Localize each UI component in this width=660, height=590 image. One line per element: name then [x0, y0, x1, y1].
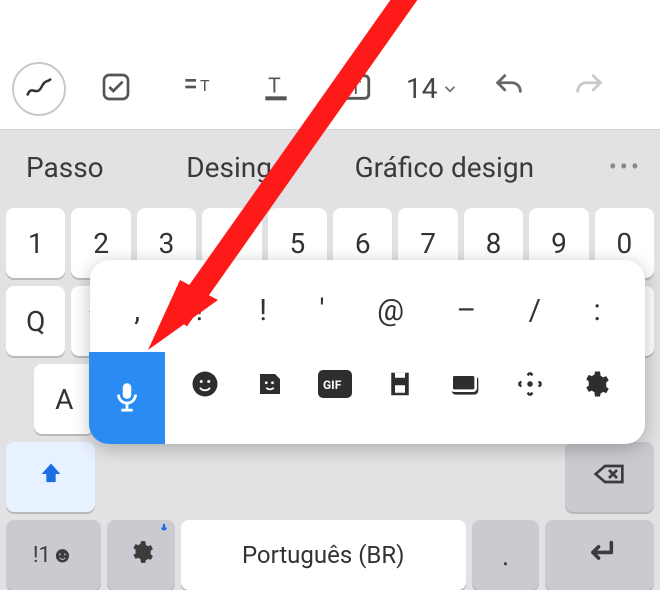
gear-icon — [128, 539, 154, 572]
popup-sym-apos[interactable]: ' — [319, 293, 324, 328]
key-enter[interactable] — [545, 520, 654, 590]
popup-symbol-row: , ? ! ' @ – / : — [108, 274, 627, 346]
popup-clipboard-button[interactable] — [378, 364, 422, 408]
resize-move-icon — [515, 369, 545, 403]
popup-sym-at[interactable]: @ — [377, 293, 404, 328]
svg-text:T: T — [350, 78, 361, 99]
chevron-down-icon — [441, 72, 459, 105]
mic-hint-icon — [159, 522, 169, 536]
undo-button[interactable] — [479, 59, 539, 119]
sticker-icon — [255, 369, 285, 403]
shift-row-spacer — [101, 442, 559, 512]
voice-input-button[interactable] — [89, 352, 165, 444]
key-symbols[interactable]: !1☻ — [6, 520, 101, 590]
gif-icon: GIF — [318, 370, 352, 402]
popup-sticker-button[interactable] — [248, 364, 292, 408]
font-size-dropdown[interactable]: 14 — [406, 72, 459, 105]
pen-icon — [24, 72, 54, 106]
popup-settings-button[interactable] — [573, 364, 617, 408]
key-backspace[interactable] — [565, 442, 654, 512]
popup-icon-row: GIF — [108, 346, 627, 426]
popup-emoji-button[interactable] — [183, 364, 227, 408]
keyboard-row-shift — [6, 442, 654, 512]
checkbox-icon — [100, 71, 132, 107]
svg-text:T: T — [268, 73, 281, 98]
text-box-button[interactable]: T — [326, 59, 386, 119]
microphone-icon — [110, 379, 144, 417]
key-period[interactable]: . — [472, 520, 540, 590]
svg-text:T: T — [200, 76, 210, 95]
key-shift[interactable] — [6, 442, 95, 512]
enter-icon — [583, 534, 617, 576]
list-format-button[interactable]: T — [166, 59, 226, 119]
popup-resize-button[interactable] — [508, 364, 552, 408]
clipboard-save-icon — [385, 369, 415, 403]
pen-tool-button[interactable] — [12, 62, 66, 116]
text-color-icon: T — [260, 71, 292, 107]
popup-sym-comma[interactable]: , — [134, 293, 140, 328]
text-box-icon: T — [339, 70, 373, 108]
keyboard-row-bottom: !1☻ Português (BR) . — [6, 520, 654, 590]
key-keyboard-settings[interactable] — [107, 520, 175, 590]
popup-sym-dash[interactable]: – — [457, 293, 477, 328]
key-space[interactable]: Português (BR) — [181, 520, 466, 590]
app-toolbar: T T T 14 — [0, 0, 660, 130]
popup-keyboard-layout-button[interactable] — [443, 364, 487, 408]
key-1[interactable]: 1 — [6, 208, 65, 278]
text-color-button[interactable]: T — [246, 59, 306, 119]
suggestions-more-button[interactable]: ••• — [609, 153, 642, 181]
font-size-value: 14 — [406, 72, 437, 105]
emoji-icon — [190, 369, 220, 403]
redo-icon — [572, 70, 606, 108]
suggestion-bar: Passo Desing Gráfico design ••• — [0, 130, 660, 204]
keyboard-layout-icon — [449, 368, 481, 404]
checkbox-button[interactable] — [86, 59, 146, 119]
key-a[interactable]: A — [34, 364, 94, 434]
popup-sym-colon[interactable]: : — [594, 293, 601, 328]
popup-sym-exclaim[interactable]: ! — [259, 293, 267, 328]
shift-up-icon — [37, 460, 65, 495]
popup-sym-slash[interactable]: / — [529, 293, 541, 328]
suggestion-2[interactable]: Desing — [178, 147, 280, 188]
redo-button[interactable] — [559, 59, 619, 119]
gear-icon — [580, 369, 610, 403]
svg-text:GIF: GIF — [323, 378, 342, 392]
popup-gif-button[interactable]: GIF — [313, 364, 357, 408]
backspace-icon — [593, 458, 625, 497]
suggestion-3[interactable]: Gráfico design — [347, 147, 542, 188]
keyboard-extras-popup: , ? ! ' @ – / : GIF — [90, 260, 645, 444]
popup-sym-question[interactable]: ? — [193, 293, 207, 328]
suggestion-1[interactable]: Passo — [18, 147, 112, 188]
key-q[interactable]: Q — [6, 286, 65, 356]
undo-icon — [492, 70, 526, 108]
list-format-icon: T — [180, 71, 212, 107]
